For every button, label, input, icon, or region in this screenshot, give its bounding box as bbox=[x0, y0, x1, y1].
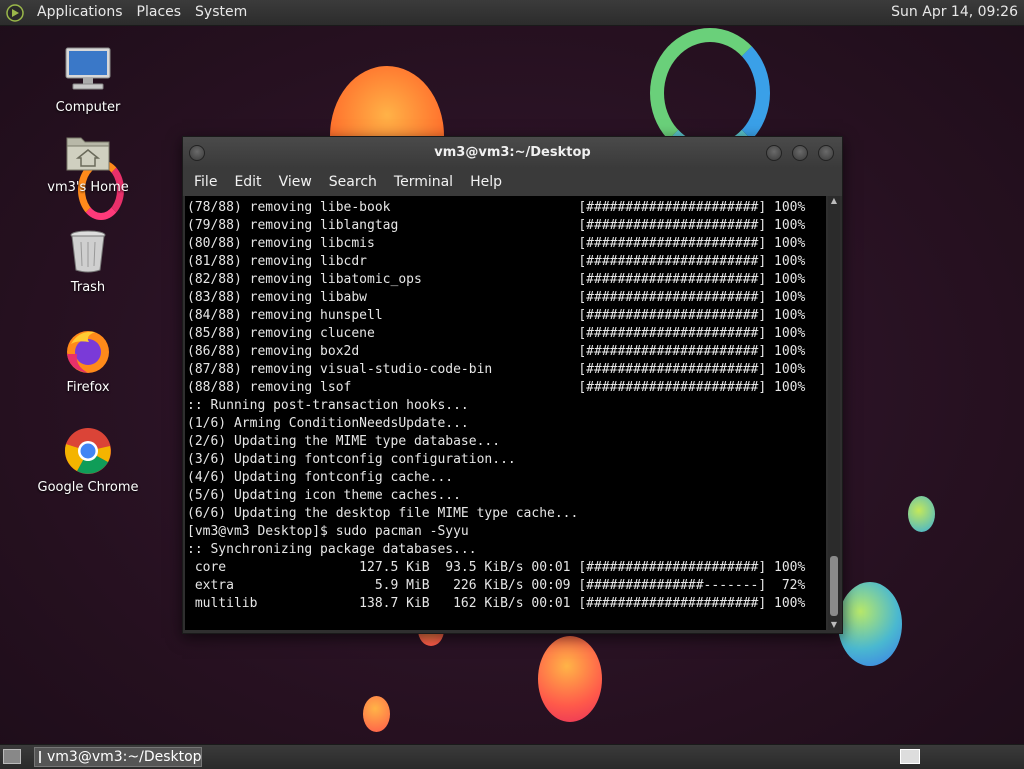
terminal-line: (6/6) Updating the desktop file MIME typ… bbox=[187, 506, 579, 521]
scroll-up-arrow-icon[interactable]: ▲ bbox=[828, 196, 840, 206]
window-menubar: File Edit View Search Terminal Help bbox=[183, 168, 842, 196]
terminal-line: (82/88) removing libatomic_ops [########… bbox=[187, 272, 806, 287]
wallpaper-bubble-right-large bbox=[838, 582, 902, 666]
computer-icon bbox=[63, 46, 113, 96]
terminal-line: extra 5.9 MiB 226 KiB/s 00:09 [#########… bbox=[187, 578, 806, 593]
desktop-icon-chrome[interactable]: Google Chrome bbox=[33, 426, 143, 495]
terminal-line: (85/88) removing clucene [##############… bbox=[187, 326, 806, 341]
top-panel: Applications Places System Sun Apr 14, 0… bbox=[0, 0, 1024, 26]
desktop-icon-label: Computer bbox=[55, 100, 121, 115]
wallpaper-bubble-bottom-small bbox=[363, 696, 390, 732]
menu-edit[interactable]: Edit bbox=[227, 174, 268, 190]
desktop-icon-label: Firefox bbox=[66, 380, 110, 395]
terminal-icon bbox=[39, 751, 41, 763]
menu-applications[interactable]: Applications bbox=[30, 0, 130, 25]
distro-logo-icon[interactable] bbox=[6, 3, 24, 22]
bottom-panel: vm3@vm3:~/Desktop bbox=[0, 744, 1024, 769]
terminal-line: [vm3@vm3 Desktop]$ sudo pacman -Syyu bbox=[187, 524, 469, 539]
maximize-button[interactable] bbox=[792, 145, 808, 161]
show-desktop-icon[interactable] bbox=[3, 749, 21, 764]
menu-search[interactable]: Search bbox=[322, 174, 384, 190]
menu-places[interactable]: Places bbox=[130, 0, 189, 25]
terminal-line: (81/88) removing libcdr [###############… bbox=[187, 254, 806, 269]
menu-help[interactable]: Help bbox=[463, 174, 509, 190]
menu-terminal[interactable]: Terminal bbox=[387, 174, 460, 190]
clock[interactable]: Sun Apr 14, 09:26 bbox=[891, 0, 1018, 25]
wallpaper-bubble-right-small bbox=[908, 496, 935, 532]
terminal-line: multilib 138.7 KiB 162 KiB/s 00:01 [####… bbox=[187, 596, 806, 611]
desktop-icon-firefox[interactable]: Firefox bbox=[33, 326, 143, 395]
trash-icon bbox=[63, 226, 113, 276]
desktop-icon-home[interactable]: vm3's Home bbox=[33, 126, 143, 195]
terminal-window[interactable]: vm3@vm3:~/Desktop File Edit View Search … bbox=[182, 136, 843, 634]
terminal-line: (1/6) Arming ConditionNeedsUpdate... bbox=[187, 416, 469, 431]
terminal-scrollbar[interactable]: ▲ ▼ bbox=[828, 196, 840, 630]
terminal-line: (83/88) removing libabw [###############… bbox=[187, 290, 806, 305]
menu-view[interactable]: View bbox=[272, 174, 319, 190]
terminal-line: :: Running post-transaction hooks... bbox=[187, 398, 469, 413]
desktop-icon-label: Google Chrome bbox=[37, 480, 139, 495]
minimize-button[interactable] bbox=[766, 145, 782, 161]
close-button[interactable] bbox=[818, 145, 834, 161]
terminal-line: (88/88) removing lsof [#################… bbox=[187, 380, 806, 395]
terminal-line: (2/6) Updating the MIME type database... bbox=[187, 434, 501, 449]
desktop-icon-computer[interactable]: Computer bbox=[33, 46, 143, 115]
terminal-line: (5/6) Updating icon theme caches... bbox=[187, 488, 461, 503]
scroll-down-arrow-icon[interactable]: ▼ bbox=[828, 620, 840, 630]
terminal-line: (4/6) Updating fontconfig cache... bbox=[187, 470, 454, 485]
desktop-icon-trash[interactable]: Trash bbox=[33, 226, 143, 295]
desktop-icon-label: vm3's Home bbox=[47, 180, 129, 195]
menu-system[interactable]: System bbox=[188, 0, 254, 25]
terminal-line: (78/88) removing libe-book [############… bbox=[187, 200, 806, 215]
terminal-line: (80/88) removing libcmis [##############… bbox=[187, 236, 806, 251]
terminal-line: (79/88) removing liblangtag [###########… bbox=[187, 218, 806, 233]
window-title: vm3@vm3:~/Desktop bbox=[434, 145, 591, 160]
terminal-line: (87/88) removing visual-studio-code-bin … bbox=[187, 362, 806, 377]
window-menu-button[interactable] bbox=[189, 145, 205, 161]
scrollbar-thumb[interactable] bbox=[830, 556, 838, 616]
terminal-line: (84/88) removing hunspell [#############… bbox=[187, 308, 806, 323]
wallpaper-bubble-bottom bbox=[538, 636, 602, 722]
terminal-line: core 127.5 KiB 93.5 KiB/s 00:01 [#######… bbox=[187, 560, 806, 575]
taskbar-task-label: vm3@vm3:~/Desktop bbox=[47, 749, 202, 765]
terminal-line: (86/88) removing box2d [################… bbox=[187, 344, 806, 359]
terminal-output[interactable]: (78/88) removing libe-book [############… bbox=[185, 196, 826, 630]
taskbar-terminal-button[interactable]: vm3@vm3:~/Desktop bbox=[34, 747, 202, 767]
terminal-line: (3/6) Updating fontconfig configuration.… bbox=[187, 452, 516, 467]
home-folder-icon bbox=[63, 126, 113, 176]
chrome-icon bbox=[63, 426, 113, 476]
desktop-icon-label: Trash bbox=[70, 280, 106, 295]
firefox-icon bbox=[63, 326, 113, 376]
terminal-line: :: Synchronizing package databases... bbox=[187, 542, 477, 557]
window-titlebar[interactable]: vm3@vm3:~/Desktop bbox=[183, 137, 842, 168]
menu-file[interactable]: File bbox=[187, 174, 224, 190]
workspace-switcher[interactable] bbox=[900, 749, 920, 764]
